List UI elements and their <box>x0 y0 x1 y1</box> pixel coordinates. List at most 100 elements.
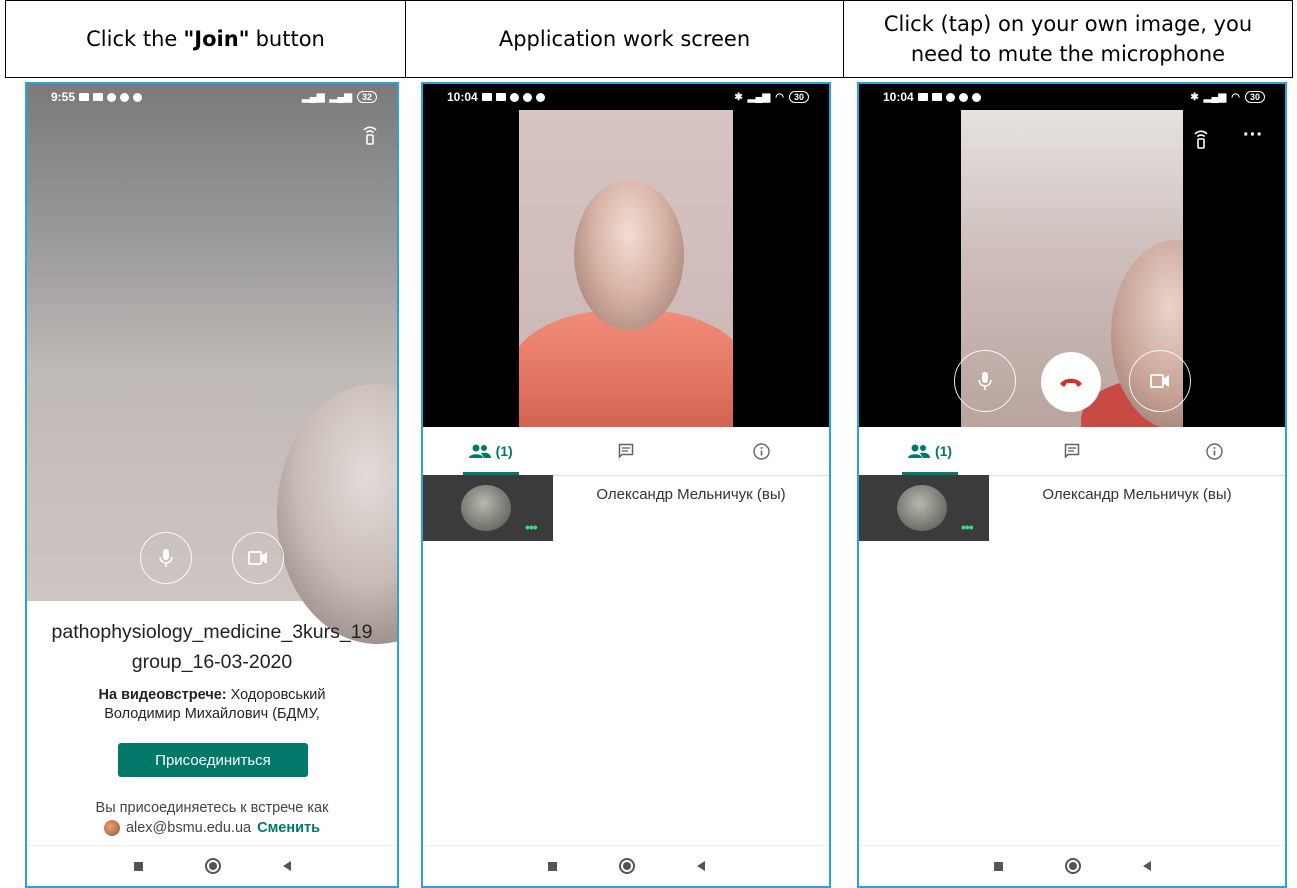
info-icon <box>1205 442 1223 460</box>
message-icon <box>79 93 90 101</box>
tab-chat[interactable] <box>558 427 693 475</box>
camera-icon <box>1150 374 1169 388</box>
participant-row[interactable]: ••• Олександр Мельничук (вы) <box>859 475 1285 541</box>
participant-thumbnail[interactable]: ••• <box>423 475 553 541</box>
speaking-indicator-icon: ••• <box>961 519 974 535</box>
tab-chat[interactable] <box>1001 427 1143 475</box>
meeting-title-line2: group_16-03-2020 <box>131 651 293 673</box>
mic-button[interactable] <box>140 532 192 584</box>
status-bar: 9:55 ▂▄▆ ▂▄▆ 32 <box>27 84 397 110</box>
self-video[interactable] <box>519 110 733 427</box>
message-icon <box>917 93 928 101</box>
tab-info[interactable] <box>694 427 829 475</box>
app-icon <box>120 92 130 102</box>
signal-icon: ▂▄▆ <box>747 91 771 103</box>
android-nav-bar <box>423 845 829 886</box>
camera-preview[interactable] <box>27 84 397 644</box>
recents-icon[interactable] <box>547 861 557 871</box>
meeting-tabs: (1) <box>423 427 829 476</box>
back-icon[interactable] <box>282 861 291 871</box>
signal-icon: ▂▄▆ <box>302 91 325 103</box>
mic-icon <box>978 372 992 390</box>
speaking-indicator-icon: ••• <box>525 519 538 535</box>
join-button[interactable]: Присоединиться <box>118 743 308 777</box>
mic-icon <box>159 549 173 567</box>
info-icon <box>753 442 770 460</box>
wifi-icon: ◠ <box>775 91 784 103</box>
battery-icon: 30 <box>788 91 809 103</box>
app-icon <box>971 92 981 102</box>
participant-name: Олександр Мельничук (вы) <box>1042 485 1232 503</box>
recents-icon[interactable] <box>993 861 1003 871</box>
meeting-participants: На видеовстрече: Ходоровський Володимир … <box>47 686 377 724</box>
camera-preview-face <box>277 384 397 644</box>
main-video[interactable] <box>423 84 829 427</box>
header-step-2-text: Application work screen <box>498 27 751 51</box>
back-icon[interactable] <box>696 861 705 871</box>
signal-icon: ▂▄▆ <box>1203 91 1227 103</box>
phone-controls-screen: 10:04 ✱ ▂▄▆ ◠ 30 ··· (1) ••• Олександр М… <box>857 82 1287 888</box>
tab-people[interactable]: (1) <box>423 427 558 475</box>
message-icon <box>93 93 104 101</box>
video-head <box>574 180 684 330</box>
message-icon <box>481 93 492 101</box>
status-time: 10:04 <box>447 90 478 104</box>
more-icon[interactable]: ··· <box>1243 124 1263 147</box>
battery-icon: 32 <box>356 91 377 103</box>
message-icon <box>495 93 506 101</box>
home-icon[interactable] <box>618 858 635 874</box>
camera-button[interactable] <box>1129 350 1191 412</box>
header-step-3: Click (tap) on your own image, you need … <box>844 1 1292 77</box>
meeting-title: pathophysiology_medicine_3kurs_19 group_… <box>27 617 397 677</box>
chat-icon <box>618 443 634 459</box>
viber-icon <box>945 92 955 102</box>
header-step-3-line2: need to mute the microphone <box>910 42 1226 66</box>
message-icon <box>931 93 942 101</box>
joining-as-info: Вы присоединяетесь к встрече как alex@bs… <box>27 798 397 838</box>
avatar <box>897 485 947 531</box>
on-call-label: На видеовстрече: <box>98 687 227 703</box>
avatar <box>103 820 120 836</box>
home-icon[interactable] <box>204 858 221 874</box>
android-nav-bar <box>27 845 397 886</box>
change-account-link[interactable]: Сменить <box>257 818 320 838</box>
participant-row[interactable]: ••• Олександр Мельничук (вы) <box>423 475 829 541</box>
home-icon[interactable] <box>1064 858 1081 874</box>
joining-as-text: Вы присоединяетесь к встрече как <box>95 800 329 816</box>
camera-button[interactable] <box>232 532 284 584</box>
participant-thumbnail[interactable]: ••• <box>859 475 989 541</box>
back-icon[interactable] <box>1142 861 1151 871</box>
battery-icon: 30 <box>1244 91 1265 103</box>
people-count: (1) <box>495 443 513 459</box>
people-count: (1) <box>934 443 953 459</box>
app-icon <box>133 92 143 102</box>
account-email: alex@bsmu.edu.ua <box>125 820 252 836</box>
app-icon <box>522 92 532 102</box>
people-icon <box>468 444 491 458</box>
header-step-2: Application work screen <box>406 1 844 77</box>
tab-people[interactable]: (1) <box>859 427 1001 475</box>
people-icon <box>907 444 930 458</box>
bluetooth-icon: ✱ <box>1190 91 1199 103</box>
meeting-tabs: (1) <box>859 427 1285 476</box>
tab-info[interactable] <box>1143 427 1285 475</box>
viber-icon <box>509 92 519 102</box>
status-bar: 10:04 ✱ ▂▄▆ ◠ 30 <box>423 84 829 110</box>
end-call-button[interactable] <box>1041 352 1101 412</box>
wifi-icon: ◠ <box>1231 91 1240 103</box>
avatar <box>461 485 511 531</box>
camera-icon <box>248 551 267 565</box>
cast-icon[interactable] <box>362 124 378 152</box>
header-step-1-suffix: button <box>255 27 325 51</box>
end-call-icon <box>1060 378 1082 387</box>
signal-icon: ▂▄▆ <box>329 91 352 103</box>
on-call-names-2: Володимир Михайлович (БДМУ, <box>104 706 320 722</box>
mic-button[interactable] <box>954 350 1016 412</box>
meeting-title-line1: pathophysiology_medicine_3kurs_19 <box>51 621 373 643</box>
recents-icon[interactable] <box>133 861 143 871</box>
cast-icon[interactable] <box>1193 128 1209 156</box>
phone-join-screen: 9:55 ▂▄▆ ▂▄▆ 32 pathophysiology_medicine… <box>25 82 399 888</box>
status-time: 10:04 <box>883 90 914 104</box>
instruction-header-row: Click the "Join" button Application work… <box>5 0 1293 78</box>
bluetooth-icon: ✱ <box>734 91 743 103</box>
